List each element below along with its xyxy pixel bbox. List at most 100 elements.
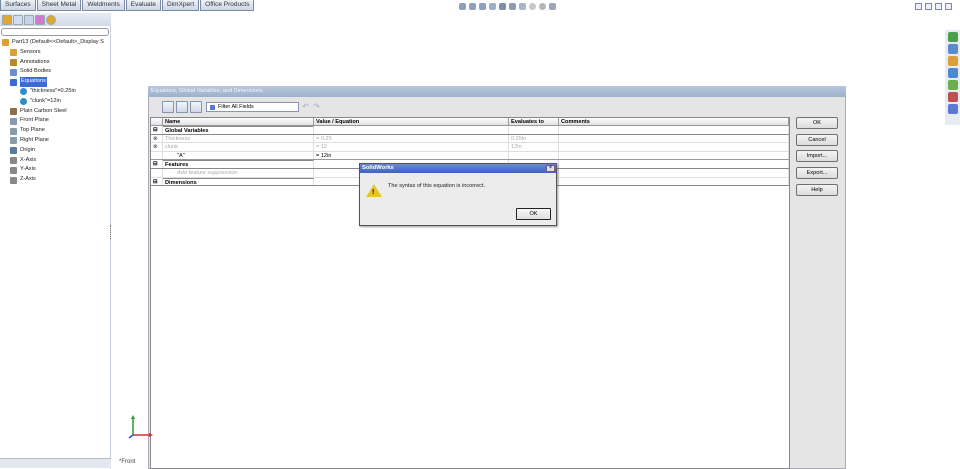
tree-part-root[interactable]: Part13 (Default<<Default>_Display S bbox=[0, 38, 111, 48]
custom-properties-icon[interactable] bbox=[947, 104, 958, 114]
tab-surfaces[interactable]: Surfaces bbox=[0, 0, 36, 11]
tree-item[interactable]: Solid Bodies bbox=[0, 67, 111, 77]
row-value[interactable]: = 12 bbox=[314, 143, 509, 151]
row-value[interactable]: = 12in bbox=[314, 151, 509, 160]
row-name[interactable]: Thickness bbox=[163, 134, 314, 143]
grid-header: Name Value / Equation Evaluates to Comme… bbox=[151, 118, 789, 126]
tree-item[interactable]: Z-Axis bbox=[0, 175, 111, 185]
tab-weldments[interactable]: Weldments bbox=[82, 0, 125, 11]
tree-item[interactable]: "thickness"=0.25in bbox=[0, 87, 111, 97]
row-comment[interactable] bbox=[559, 143, 789, 151]
tree-item[interactable]: Front Plane bbox=[0, 116, 111, 126]
sketch-equation-view-icon[interactable] bbox=[176, 100, 188, 113]
header-comments[interactable]: Comments bbox=[559, 118, 789, 125]
panel-splitter[interactable] bbox=[110, 225, 114, 239]
header-value[interactable]: Value / Equation bbox=[314, 118, 509, 125]
filter-fields-input[interactable]: Filter All Fields bbox=[206, 101, 299, 112]
table-row[interactable]: ⊗ clunk = 12 12in bbox=[151, 143, 789, 152]
undo-icon[interactable]: ↶ bbox=[301, 102, 310, 111]
zoom-area-icon[interactable] bbox=[469, 3, 476, 10]
collapse-icon[interactable]: ⊟ bbox=[151, 126, 163, 134]
scene-icon[interactable] bbox=[539, 3, 546, 10]
empty-cell bbox=[559, 177, 789, 186]
tree-item-label: Right Plane bbox=[20, 136, 49, 143]
header-evaluates[interactable]: Evaluates to bbox=[509, 118, 559, 125]
section-view-icon[interactable] bbox=[489, 3, 496, 10]
display-manager-icon[interactable] bbox=[46, 14, 56, 25]
add-feature-suppression[interactable]: Add feature suppression bbox=[163, 168, 314, 177]
dimxpert-manager-icon[interactable] bbox=[35, 14, 45, 25]
tree-item[interactable]: Origin bbox=[0, 146, 111, 156]
tree-item[interactable]: X-Axis bbox=[0, 156, 111, 166]
close-icon[interactable]: × bbox=[546, 165, 555, 172]
tile-icon[interactable] bbox=[925, 3, 932, 10]
import-button[interactable]: Import... bbox=[796, 150, 838, 163]
task-pane-tabs bbox=[945, 30, 960, 125]
section-label: Dimensions bbox=[163, 177, 314, 186]
tree-item[interactable]: Annotations bbox=[0, 58, 111, 68]
row-name[interactable]: clunk bbox=[163, 143, 314, 151]
row-comment[interactable] bbox=[559, 134, 789, 143]
equation-view-icon[interactable] bbox=[162, 100, 174, 113]
tree-item-icon bbox=[10, 58, 17, 66]
global-var-icon: ⊗ bbox=[151, 143, 163, 151]
help-button[interactable]: Help bbox=[796, 183, 838, 196]
tree-filter-input[interactable] bbox=[1, 28, 109, 36]
feature-manager-icon[interactable] bbox=[2, 14, 12, 25]
minimize-icon[interactable] bbox=[935, 3, 942, 10]
row-evaluates: 12in bbox=[509, 143, 559, 151]
tree-item[interactable]: Equations bbox=[0, 77, 111, 87]
tab-dimxpert[interactable]: DimXpert bbox=[162, 0, 200, 11]
zoom-fit-icon[interactable] bbox=[459, 3, 466, 10]
export-button[interactable]: Export... bbox=[796, 167, 838, 180]
section-global-variables[interactable]: ⊟ Global Variables bbox=[151, 126, 789, 135]
ok-button[interactable]: OK bbox=[796, 117, 838, 129]
tree-item-icon bbox=[10, 166, 17, 174]
table-row[interactable]: "A" = 12in bbox=[151, 151, 789, 161]
tree-item-label: "thickness"=0.25in bbox=[30, 87, 76, 94]
part-label: Part13 (Default<<Default>_Display S bbox=[12, 39, 104, 45]
view-orientation-icon[interactable] bbox=[499, 3, 506, 10]
hide-show-icon[interactable] bbox=[519, 3, 526, 10]
tab-office-products[interactable]: Office Products bbox=[200, 0, 255, 11]
tab-evaluate[interactable]: Evaluate bbox=[125, 0, 162, 11]
row-spacer bbox=[151, 168, 163, 177]
design-library-icon[interactable] bbox=[947, 44, 958, 54]
panel-scrollbar[interactable] bbox=[0, 458, 111, 468]
file-explorer-icon[interactable] bbox=[947, 56, 958, 66]
tree-item-label: Top Plane bbox=[20, 127, 45, 134]
warning-exclamation: ! bbox=[372, 189, 375, 196]
tree-item[interactable]: Right Plane bbox=[0, 136, 111, 146]
appearances-icon[interactable] bbox=[947, 92, 958, 102]
row-name[interactable]: "A" bbox=[163, 151, 314, 160]
display-style-icon[interactable] bbox=[509, 3, 516, 10]
tab-sheet-metal[interactable]: Sheet Metal bbox=[36, 0, 82, 11]
cancel-button[interactable]: Cancel bbox=[796, 133, 838, 146]
resources-icon[interactable] bbox=[947, 32, 958, 42]
message-ok-button[interactable]: OK bbox=[516, 208, 551, 220]
view-settings-icon[interactable] bbox=[549, 3, 556, 10]
edit-appearance-icon[interactable] bbox=[529, 3, 536, 10]
collapse-icon[interactable]: ⊟ bbox=[151, 177, 163, 186]
view-palette-icon[interactable] bbox=[947, 80, 958, 90]
row-comment[interactable] bbox=[559, 151, 789, 160]
tree-item[interactable]: Top Plane bbox=[0, 126, 111, 136]
equations-toolbar: Filter All Fields ↶ ↷ bbox=[150, 98, 790, 115]
config-manager-icon[interactable] bbox=[24, 14, 34, 25]
collapse-icon[interactable]: ⊟ bbox=[151, 160, 163, 168]
row-value[interactable]: = 0.25 bbox=[314, 134, 509, 143]
tree-item[interactable]: "clunk"=12in bbox=[0, 97, 111, 107]
tree-item[interactable]: Sensors bbox=[0, 48, 111, 58]
tree-item[interactable]: Y-Axis bbox=[0, 165, 111, 175]
restore-icon[interactable] bbox=[915, 3, 922, 10]
header-name[interactable]: Name bbox=[163, 118, 314, 125]
property-manager-icon[interactable] bbox=[13, 14, 23, 25]
previous-view-icon[interactable] bbox=[479, 3, 486, 10]
search-icon[interactable] bbox=[947, 68, 958, 78]
tree-item-icon bbox=[10, 137, 17, 145]
redo-icon[interactable]: ↷ bbox=[312, 102, 321, 111]
tree-item[interactable]: Plain Carbon Steel bbox=[0, 107, 111, 117]
close-icon[interactable] bbox=[945, 3, 952, 10]
table-row[interactable]: ⊗ Thickness = 0.25 0.25in bbox=[151, 134, 789, 144]
dimension-view-icon[interactable] bbox=[190, 100, 202, 113]
